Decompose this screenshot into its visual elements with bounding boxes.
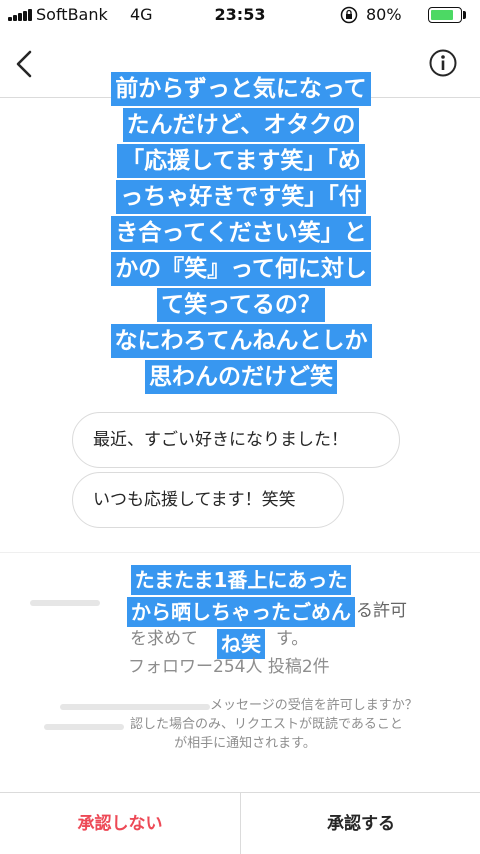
message-bubble[interactable]: 最近、すごい好きになりました！ [72, 412, 400, 468]
caption-line: かの『笑』って何に対し [111, 252, 371, 286]
orientation-lock-icon [340, 6, 358, 24]
notice-line: 認した場合のみ、リクエストが既読であること [130, 717, 403, 732]
caption-line: 「応援してます笑」「め [117, 144, 365, 178]
redaction-scribble [30, 600, 100, 606]
message-bubble[interactable]: いつも応援してます！笑笑 [72, 472, 344, 528]
battery-icon [428, 7, 462, 23]
overlay-caption-secondary: たまたま1番上にあった から晒しちゃったごめん ね笑 [106, 565, 376, 661]
decline-button[interactable]: 承認しない [0, 793, 240, 854]
caption-line: 前からずっと気になって [111, 72, 371, 106]
request-action-bar: 承認しない 承認する [0, 792, 480, 854]
status-time: 23:53 [214, 5, 266, 24]
caption-line: て笑ってるの？ [157, 288, 325, 322]
follower-stats: フォロワー254人 投稿2件 [128, 657, 330, 677]
caption-line: なにわろてんねんとしか [110, 324, 372, 358]
caption-line: から晒しちゃったごめん [127, 597, 355, 627]
accept-button[interactable]: 承認する [241, 793, 480, 854]
info-icon[interactable] [428, 48, 458, 78]
overlay-caption: 前からずっと気になって たんだけど、オタクの 「応援してます笑」「め っちゃ好き… [88, 72, 394, 396]
notice-line: が相手に通知されます。 [174, 736, 316, 751]
request-notice: メッセージの受信を許可しますか？ 認した場合のみ、リクエストが既読であること が… [40, 696, 450, 753]
caption-line: っちゃ好きです笑」「付 [116, 180, 366, 214]
notice-line: メッセージの受信を許可しますか？ [210, 698, 418, 713]
caption-line: たまたま1番上にあった [130, 565, 352, 595]
caption-line: 思わんのだけど笑 [145, 360, 337, 394]
divider [0, 552, 480, 553]
status-bar: SoftBank 4G 23:53 80% [0, 0, 480, 30]
back-chevron-icon[interactable] [10, 46, 40, 82]
caption-line: き合ってください笑」と [111, 216, 371, 250]
caption-line: たんだけど、オタクの [122, 108, 360, 142]
battery-percent: 80% [366, 5, 402, 24]
